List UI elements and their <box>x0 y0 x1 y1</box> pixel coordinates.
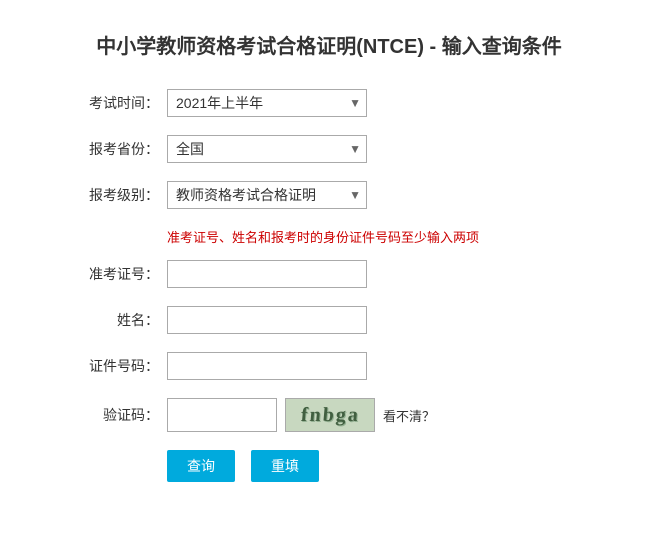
province-row: 报考省份 全国 北京 上海 广东 ▼ <box>69 135 589 163</box>
category-row: 报考级别 教师资格考试合格证明 幼儿园 小学 初中 高中 ▼ <box>69 181 589 209</box>
name-input[interactable] <box>167 306 367 334</box>
query-button[interactable]: 查询 <box>167 450 235 482</box>
province-label: 报考省份 <box>69 139 159 159</box>
captcha-label: 验证码 <box>69 405 159 425</box>
name-label: 姓名 <box>69 310 159 330</box>
captcha-text: fnbga <box>300 404 361 427</box>
page-wrapper: 中小学教师资格考试合格证明(NTCE) - 输入查询条件 考试时间 2021年上… <box>0 0 658 544</box>
id-input[interactable] <box>167 352 367 380</box>
category-select[interactable]: 教师资格考试合格证明 幼儿园 小学 初中 高中 <box>167 181 367 209</box>
form-container: 考试时间 2021年上半年 2020年下半年 2020年上半年 ▼ 报考省份 全… <box>69 89 589 482</box>
exam-time-row: 考试时间 2021年上半年 2020年下半年 2020年上半年 ▼ <box>69 89 589 117</box>
exam-time-label: 考试时间 <box>69 93 159 113</box>
captcha-row: 验证码 fnbga 看不清？ <box>69 398 589 432</box>
category-label: 报考级别 <box>69 185 159 205</box>
exam-time-select[interactable]: 2021年上半年 2020年下半年 2020年上半年 <box>167 89 367 117</box>
province-select-wrapper: 全国 北京 上海 广东 ▼ <box>167 135 367 163</box>
error-message: 准考证号、姓名和报考时的身份证件号码至少输入两项 <box>167 227 479 246</box>
page-title: 中小学教师资格考试合格证明(NTCE) - 输入查询条件 <box>30 30 628 59</box>
captcha-input[interactable] <box>167 398 277 432</box>
captcha-refresh-link[interactable]: 看不清？ <box>383 406 435 425</box>
button-row: 查询 重填 <box>167 450 589 482</box>
province-select[interactable]: 全国 北京 上海 广东 <box>167 135 367 163</box>
ticket-row: 准考证号 <box>69 260 589 288</box>
exam-time-select-wrapper: 2021年上半年 2020年下半年 2020年上半年 ▼ <box>167 89 367 117</box>
id-row: 证件号码 <box>69 352 589 380</box>
reset-button[interactable]: 重填 <box>251 450 319 482</box>
error-row: 准考证号、姓名和报考时的身份证件号码至少输入两项 <box>167 227 589 246</box>
name-row: 姓名 <box>69 306 589 334</box>
captcha-image[interactable]: fnbga <box>285 398 375 432</box>
ticket-input[interactable] <box>167 260 367 288</box>
id-label: 证件号码 <box>69 356 159 376</box>
ticket-label: 准考证号 <box>69 264 159 284</box>
category-select-wrapper: 教师资格考试合格证明 幼儿园 小学 初中 高中 ▼ <box>167 181 367 209</box>
